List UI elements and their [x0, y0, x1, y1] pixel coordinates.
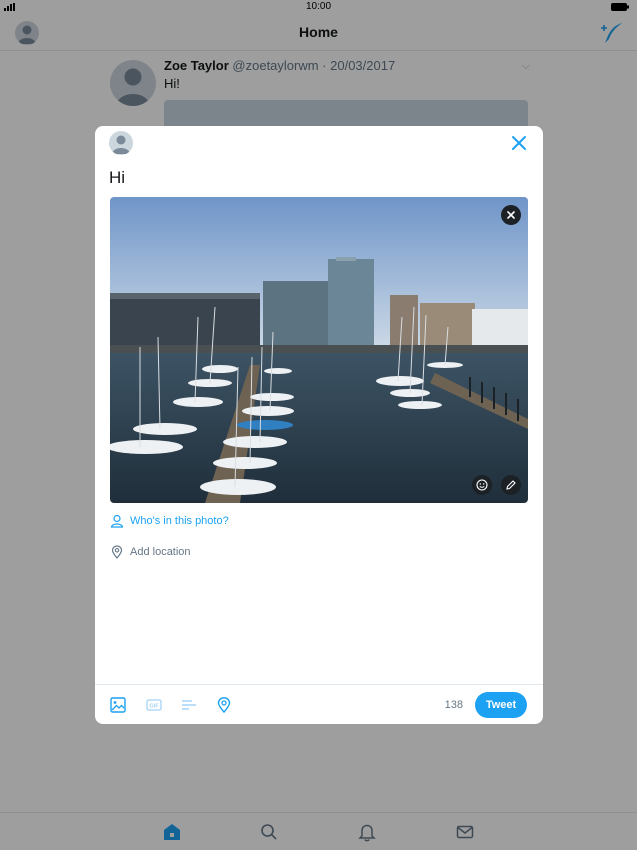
svg-text:GIF: GIF — [149, 704, 159, 710]
add-location-link[interactable]: Add location — [110, 542, 191, 562]
close-icon — [507, 211, 515, 219]
gif-icon[interactable]: GIF — [145, 696, 163, 714]
sticker-button[interactable] — [472, 475, 492, 495]
remove-photo-button[interactable] — [501, 205, 521, 225]
composer-toolbar: GIF 138 Tweet — [95, 684, 543, 724]
compose-modal: Hi Who's in this photo? Add location GIF… — [95, 126, 543, 724]
tag-people-link[interactable]: Who's in this photo? — [110, 511, 229, 531]
pencil-icon — [506, 480, 516, 490]
smiley-icon — [476, 479, 488, 491]
tweet-button[interactable]: Tweet — [475, 692, 527, 718]
composer-avatar — [109, 131, 133, 155]
character-count: 138 — [444, 699, 463, 711]
attached-photo[interactable] — [110, 197, 528, 503]
tag-people-label: Who's in this photo? — [130, 515, 229, 527]
compose-text-input[interactable]: Hi — [109, 168, 125, 188]
image-icon[interactable] — [109, 696, 127, 714]
person-icon — [110, 514, 124, 528]
location-pin-icon — [111, 545, 123, 559]
default-avatar-icon — [112, 135, 130, 154]
harbor-photo — [110, 197, 528, 503]
add-location-label: Add location — [130, 546, 191, 558]
close-icon[interactable] — [509, 133, 529, 153]
poll-icon[interactable] — [180, 696, 198, 714]
location-pin-icon[interactable] — [215, 696, 233, 714]
edit-photo-button[interactable] — [501, 475, 521, 495]
